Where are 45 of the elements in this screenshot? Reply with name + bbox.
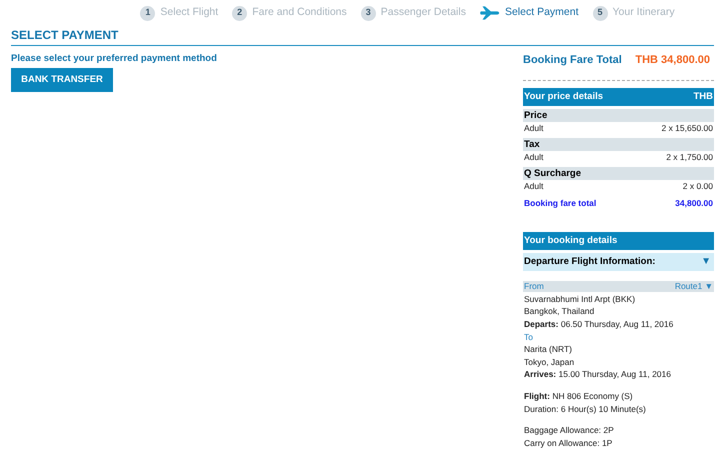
bank-transfer-button[interactable]: BANK TRANSFER <box>11 68 113 92</box>
header-title: Your price details <box>524 90 604 104</box>
fare-total-value: 34,800.00 <box>675 197 713 210</box>
header-currency: THB <box>693 90 713 104</box>
passenger-type: Adult <box>524 180 544 193</box>
step-number: 2 <box>232 6 248 20</box>
flight-detail: Suvarnabhumi Intl Arpt (BKK) <box>523 292 636 306</box>
booking-total-label: Booking Fare Total <box>523 52 622 68</box>
step-number: 5 <box>592 6 608 20</box>
route-label[interactable]: Route1 ▼ <box>674 280 713 293</box>
step-number: 3 <box>360 6 376 20</box>
progress-step[interactable]: 3 Passenger Details <box>360 5 466 21</box>
passenger-type: Adult <box>524 151 544 164</box>
step-number: 1 <box>140 6 156 20</box>
passenger-type: Adult <box>524 122 544 135</box>
payment-prompt: Please select your preferred payment method <box>11 52 217 66</box>
flight-detail: Arrives: 15.00 Thursday, Aug 11, 2016 <box>523 368 672 381</box>
price-group-header: Price <box>523 109 714 122</box>
progress-step[interactable]: 1 Select Flight <box>140 5 218 21</box>
booking-details-header: Your booking details <box>523 232 714 250</box>
booking-total-amount: THB 34,800.00 <box>635 52 711 68</box>
flight-detail: Departs: 06.50 Thursday, Aug 11, 2016 <box>523 318 674 331</box>
section-title: Departure Flight Information: <box>524 254 656 269</box>
progress-step[interactable]: Select Payment <box>480 5 579 21</box>
section-toggle[interactable]: ▼ <box>701 254 713 270</box>
price-value: 2 x 15,650.00 <box>661 122 713 135</box>
airplane-icon <box>480 6 500 20</box>
flight-detail: Duration: 6 Hour(s) 10 Minute(s) <box>523 402 647 416</box>
flight-detail: Flight: NH 806 Economy (S) <box>523 390 634 402</box>
from-label: From <box>524 280 544 293</box>
price-value: 2 x 0.00 <box>682 180 713 193</box>
flight-detail: Baggage Allowance: 2P <box>523 424 615 437</box>
price-value: 2 x 1,750.00 <box>666 151 713 164</box>
flight-detail: Bangkok, Thailand <box>523 305 596 318</box>
page-title: SELECT PAYMENT <box>11 27 120 44</box>
flight-detail: Carry on Allowance: 1P <box>523 436 614 450</box>
flight-detail: Narita (NRT) <box>523 343 574 356</box>
to-label: To <box>523 330 534 344</box>
price-group-header: Tax <box>523 138 714 151</box>
fare-total-label: Booking fare total <box>524 197 596 210</box>
departure-section-header[interactable]: Departure Flight Information: ▼ <box>523 252 714 271</box>
flight-detail: Tokyo, Japan <box>523 356 576 368</box>
progress-step[interactable]: 2 Fare and Conditions <box>232 5 347 21</box>
progress-step[interactable]: 5 Your Itinerary <box>592 5 675 21</box>
price-group-header: Q Surcharge <box>523 167 714 180</box>
